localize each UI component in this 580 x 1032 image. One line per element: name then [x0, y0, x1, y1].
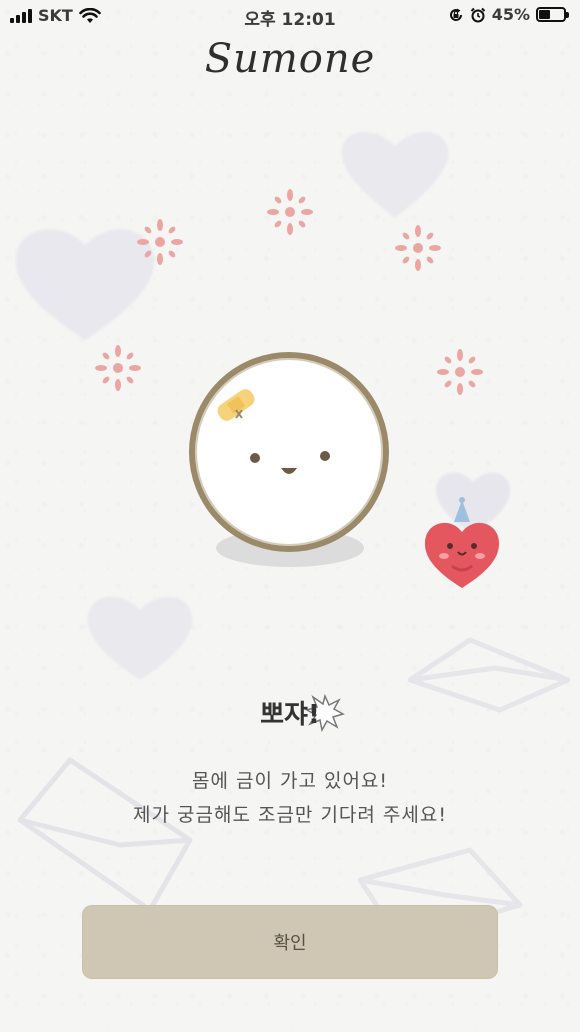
dialog-title: 뽀쟈! — [260, 700, 320, 730]
sparkle-icon — [437, 349, 483, 395]
background-heart-icon — [15, 229, 155, 340]
sparkle-icon — [267, 189, 313, 235]
dialog-message: 몸에 금이 가고 있어요! 제가 궁금해도 조금만 기다려 주세요! — [0, 764, 580, 832]
egg-character — [189, 352, 389, 567]
message-line-1: 몸에 금이 가고 있어요! — [191, 770, 389, 792]
background-heart-icon — [341, 132, 449, 218]
illustration — [15, 132, 571, 943]
background-heart-icon — [88, 596, 192, 680]
sparkle-icon — [95, 345, 141, 391]
message-line-2: 제가 궁금해도 조금만 기다려 주세요! — [133, 804, 447, 826]
sparkle-icon — [395, 225, 441, 271]
confirm-button[interactable]: 확인 — [82, 905, 498, 979]
